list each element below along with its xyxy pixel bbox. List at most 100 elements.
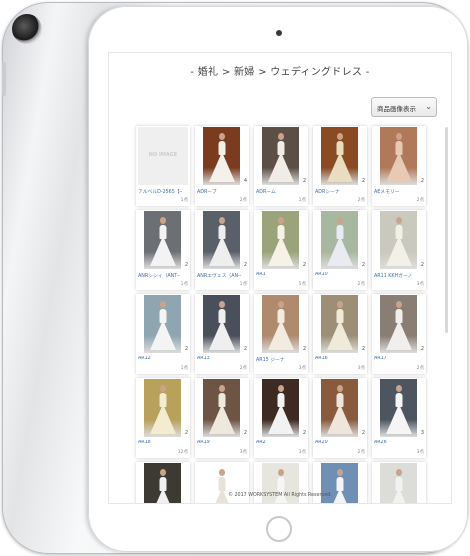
product-photo[interactable] <box>321 211 358 269</box>
product-name-link[interactable]: AR18 <box>138 440 182 445</box>
product-name-link[interactable]: AR2 <box>256 440 300 445</box>
sort-select[interactable]: 商品画像表示 ⌄ <box>371 97 437 117</box>
bride-head <box>277 385 284 392</box>
product-photo[interactable] <box>380 379 417 437</box>
photo-count-badge: 2 <box>420 262 424 268</box>
product-name-link[interactable]: AR15 ジーナ <box>256 356 300 363</box>
dress-skirt <box>385 236 412 266</box>
product-tile[interactable]: 2 AR13 2点 <box>195 294 249 374</box>
scrollbar[interactable] <box>445 127 448 333</box>
bride-head <box>336 133 343 140</box>
dress-bodice <box>159 477 166 491</box>
stock-count: 2点 <box>357 198 365 203</box>
product-name-link[interactable]: ADRーブ <box>197 188 241 195</box>
product-tile[interactable]: 2 ANRシシィ（ANT-- 1点 <box>136 210 190 290</box>
product-photo[interactable] <box>144 379 181 437</box>
dress-bodice <box>395 225 402 239</box>
product-photo[interactable] <box>380 211 417 269</box>
product-tile[interactable]: 2 AR12 1点 <box>136 294 190 374</box>
photo-count-badge: 2 <box>184 430 188 436</box>
product-tile[interactable]: 2 AR15 ジーナ 3点 <box>254 294 308 374</box>
product-photo[interactable] <box>380 127 417 185</box>
product-photo[interactable] <box>144 295 181 353</box>
product-photo[interactable] <box>203 295 240 353</box>
product-name-link[interactable]: AEメモリー <box>374 188 418 195</box>
dress-skirt <box>267 236 294 266</box>
bride-head <box>336 469 343 476</box>
bride-head <box>218 217 225 224</box>
product-photo[interactable] <box>203 127 240 185</box>
no-image-placeholder[interactable]: NO IMAGE <box>138 127 188 185</box>
dress-skirt <box>326 152 353 182</box>
bride-head <box>395 301 402 308</box>
product-name-link[interactable]: ADRシーナ <box>315 188 359 195</box>
product-name-link[interactable]: ADRーム <box>256 188 300 195</box>
product-name-link[interactable]: アルベルD-2565【一 <box>138 188 182 195</box>
dress-bodice <box>395 309 402 323</box>
photo-count-badge: 2 <box>184 262 188 268</box>
product-tile[interactable]: 2 ADRシーナ 2点 <box>313 126 367 206</box>
photo-count-badge: 2 <box>420 178 424 184</box>
stock-count: 3点 <box>357 366 365 371</box>
bride-head <box>218 133 225 140</box>
product-name-link[interactable]: AR1 <box>256 272 300 277</box>
product-photo[interactable] <box>144 211 181 269</box>
dress-skirt <box>267 320 294 350</box>
product-tile[interactable]: NO IMAGE アルベルD-2565【一 1点 <box>136 126 190 206</box>
product-tile[interactable]: 4 ADRーブ 2点 <box>195 126 249 206</box>
product-photo[interactable] <box>262 295 299 353</box>
product-tile[interactable]: 2 AR17 2点 <box>372 294 426 374</box>
product-name-link[interactable]: AR13 <box>197 356 241 361</box>
product-name-link[interactable]: AR12 <box>138 356 182 361</box>
product-photo[interactable] <box>262 127 299 185</box>
product-photo[interactable] <box>262 379 299 437</box>
bride-head <box>159 469 166 476</box>
product-name-link[interactable]: ANRエヴェス（AN-- <box>197 272 241 279</box>
bride-head <box>159 301 166 308</box>
stock-count: 2点 <box>239 198 247 203</box>
dress-bodice <box>336 393 343 407</box>
stock-count: 2点 <box>357 282 365 287</box>
product-tile[interactable]: 3 AR26 3点 <box>372 378 426 458</box>
product-tile[interactable]: 2 AR10 2点 <box>313 210 367 290</box>
product-photo[interactable] <box>380 295 417 353</box>
photo-count-badge: 2 <box>361 178 365 184</box>
bride-head <box>218 301 225 308</box>
dress-skirt <box>208 236 235 266</box>
dress-skirt <box>208 152 235 182</box>
product-name-link[interactable]: AR26 <box>374 440 418 445</box>
product-tile[interactable]: 2 ANRエヴェス（AN-- 1点 <box>195 210 249 290</box>
dress-skirt <box>149 320 176 350</box>
photo-count-badge: 2 <box>243 262 247 268</box>
dress-bodice <box>277 225 284 239</box>
product-photo[interactable] <box>262 211 299 269</box>
stock-count: 3点 <box>298 366 306 371</box>
dress-skirt <box>326 236 353 266</box>
product-tile[interactable]: 2 AR19 3点 <box>195 378 249 458</box>
product-tile[interactable]: 2 AR18 12点 <box>136 378 190 458</box>
product-name-link[interactable]: AR10 <box>315 272 359 277</box>
product-tile[interactable]: 2 AR11 KKHガーノ 3点 <box>372 210 426 290</box>
product-photo[interactable] <box>321 127 358 185</box>
product-name-link[interactable]: AR11 KKHガーノ <box>374 272 418 279</box>
dress-bodice <box>395 141 402 155</box>
photo-count-badge: 2 <box>302 262 306 268</box>
stock-count: 1点 <box>180 282 188 287</box>
dress-bodice <box>159 225 166 239</box>
product-tile[interactable]: 2 AR2 3点 <box>254 378 308 458</box>
product-name-link[interactable]: AR19 <box>197 440 241 445</box>
product-name-link[interactable]: AR17 <box>374 356 418 361</box>
product-name-link[interactable]: AR20 <box>315 440 359 445</box>
product-name-link[interactable]: ANRシシィ（ANT-- <box>138 272 182 279</box>
product-name-link[interactable]: AR16 <box>315 356 359 361</box>
product-photo[interactable] <box>321 379 358 437</box>
product-tile[interactable]: 2 AEメモリー 2点 <box>372 126 426 206</box>
home-button[interactable] <box>266 516 292 542</box>
product-tile[interactable]: 2 AR1 5点 <box>254 210 308 290</box>
product-tile[interactable]: 2 AR16 3点 <box>313 294 367 374</box>
product-photo[interactable] <box>321 295 358 353</box>
product-tile[interactable]: 2 ADRーム 1点 <box>254 126 308 206</box>
product-photo[interactable] <box>203 379 240 437</box>
product-tile[interactable]: 2 AR20 2点 <box>313 378 367 458</box>
product-photo[interactable] <box>203 211 240 269</box>
